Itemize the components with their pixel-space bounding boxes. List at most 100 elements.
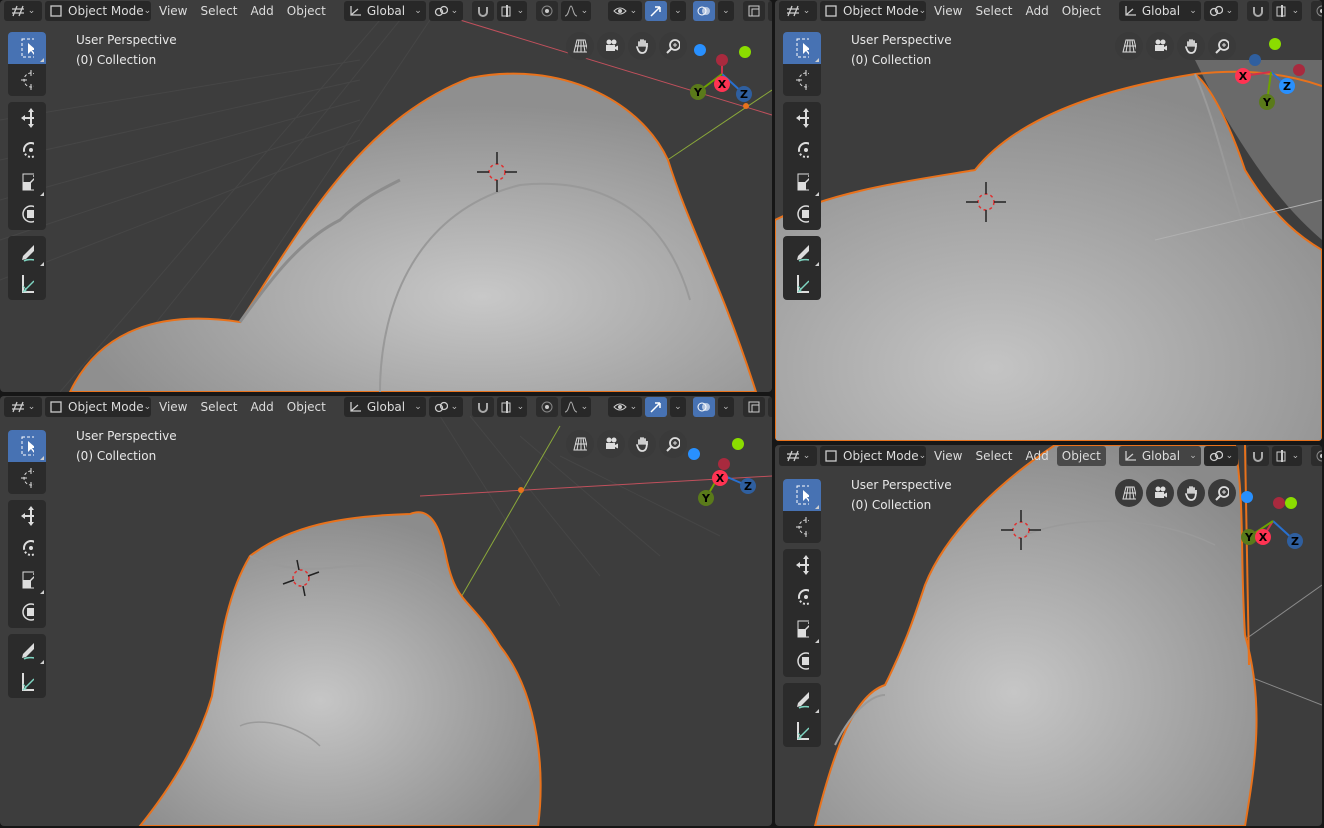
measure-tool[interactable] bbox=[8, 268, 46, 300]
menu-object[interactable]: Object bbox=[282, 397, 331, 417]
cursor-tool[interactable] bbox=[8, 64, 46, 96]
gizmo-neg-z-dot[interactable] bbox=[688, 448, 700, 460]
pan-view-button[interactable] bbox=[628, 32, 656, 60]
gizmo-neg-z-dot[interactable] bbox=[1241, 491, 1253, 503]
measure-tool[interactable] bbox=[783, 268, 821, 300]
gizmo-toggle[interactable] bbox=[644, 1, 667, 21]
xray-toggle[interactable] bbox=[742, 1, 765, 21]
navigation-gizmo[interactable]: X Z Y bbox=[684, 36, 772, 116]
menu-select[interactable]: Select bbox=[195, 397, 242, 417]
move-tool[interactable] bbox=[783, 102, 821, 134]
shading-wireframe-button[interactable] bbox=[767, 1, 772, 21]
snap-target-dropdown[interactable]: ⌄ bbox=[496, 397, 527, 417]
snap-toggle[interactable] bbox=[471, 397, 494, 417]
move-tool[interactable] bbox=[8, 500, 46, 532]
camera-view-button[interactable] bbox=[1146, 479, 1174, 507]
perspective-toggle[interactable] bbox=[566, 430, 594, 458]
menu-view[interactable]: View bbox=[154, 1, 192, 21]
transform-tool[interactable] bbox=[8, 596, 46, 628]
xray-toggle[interactable] bbox=[742, 397, 765, 417]
camera-view-button[interactable] bbox=[597, 32, 625, 60]
visibility-dropdown[interactable]: ⌄ bbox=[607, 1, 642, 21]
falloff-dropdown[interactable]: ⌄ bbox=[560, 1, 591, 21]
snap-target-dropdown[interactable]: ⌄ bbox=[1271, 446, 1302, 466]
move-tool[interactable] bbox=[8, 102, 46, 134]
navigation-gizmo[interactable]: X Z Y bbox=[1233, 30, 1322, 110]
menu-add[interactable]: Add bbox=[246, 1, 279, 21]
proportional-edit-toggle[interactable] bbox=[1310, 446, 1322, 466]
gizmo-neg-y-dot[interactable] bbox=[739, 46, 751, 58]
snap-toggle[interactable] bbox=[1246, 446, 1269, 466]
gizmo-neg-x-dot[interactable] bbox=[1273, 497, 1285, 509]
gizmo-neg-x-dot[interactable] bbox=[716, 54, 728, 66]
mode-dropdown[interactable]: Object Mode ⌄ bbox=[45, 397, 151, 417]
shading-wireframe-button[interactable] bbox=[767, 397, 772, 417]
menu-object[interactable]: Object bbox=[1057, 1, 1106, 21]
pan-view-button[interactable] bbox=[1177, 32, 1205, 60]
mode-dropdown[interactable]: Object Mode ⌄ bbox=[820, 1, 926, 21]
zoom-view-button[interactable] bbox=[1208, 32, 1236, 60]
gizmo-dropdown[interactable]: ⌄ bbox=[669, 1, 686, 21]
select-box-tool[interactable] bbox=[8, 32, 46, 64]
viewport-bottom-left[interactable]: ⌄ Object Mode ⌄ View Select Add Object Gl… bbox=[0, 396, 772, 826]
editor-type-button[interactable]: ⌄ bbox=[4, 1, 42, 21]
perspective-toggle[interactable] bbox=[1115, 479, 1143, 507]
falloff-dropdown[interactable]: ⌄ bbox=[560, 397, 591, 417]
gizmo-neg-y-dot[interactable] bbox=[1269, 38, 1281, 50]
overlays-dropdown[interactable]: ⌄ bbox=[717, 397, 734, 417]
snap-toggle[interactable] bbox=[1246, 1, 1269, 21]
editor-type-button[interactable]: ⌄ bbox=[779, 446, 817, 466]
editor-type-button[interactable]: ⌄ bbox=[4, 397, 42, 417]
measure-tool[interactable] bbox=[783, 715, 821, 747]
cursor-tool[interactable] bbox=[8, 462, 46, 494]
overlays-toggle[interactable] bbox=[692, 1, 715, 21]
mode-dropdown[interactable]: Object Mode ⌄ bbox=[45, 1, 151, 21]
editor-type-button[interactable]: ⌄ bbox=[779, 1, 817, 21]
annotate-tool[interactable] bbox=[783, 236, 821, 268]
rotate-tool[interactable] bbox=[8, 532, 46, 564]
cursor-tool[interactable] bbox=[783, 511, 821, 543]
select-box-tool[interactable] bbox=[783, 479, 821, 511]
menu-select[interactable]: Select bbox=[970, 1, 1017, 21]
gizmo-neg-z-dot[interactable] bbox=[694, 44, 706, 56]
menu-add[interactable]: Add bbox=[246, 397, 279, 417]
select-box-tool[interactable] bbox=[8, 430, 46, 462]
camera-view-button[interactable] bbox=[1146, 32, 1174, 60]
annotate-tool[interactable] bbox=[783, 683, 821, 715]
gizmo-dropdown[interactable]: ⌄ bbox=[669, 397, 686, 417]
perspective-toggle[interactable] bbox=[566, 32, 594, 60]
orientation-dropdown[interactable]: Global ⌄ bbox=[343, 397, 426, 417]
transform-tool[interactable] bbox=[8, 198, 46, 230]
proportional-edit-toggle[interactable] bbox=[535, 1, 558, 21]
viewport-top-left[interactable]: ⌄ Object Mode ⌄ View Select Add Object Gl… bbox=[0, 0, 772, 392]
pivot-dropdown[interactable]: ⌄ bbox=[1203, 446, 1238, 466]
zoom-view-button[interactable] bbox=[659, 32, 687, 60]
pivot-dropdown[interactable]: ⌄ bbox=[428, 397, 463, 417]
menu-view[interactable]: View bbox=[154, 397, 192, 417]
gizmo-neg-y-dot[interactable] bbox=[1285, 497, 1297, 509]
proportional-edit-toggle[interactable] bbox=[535, 397, 558, 417]
scale-tool[interactable] bbox=[783, 166, 821, 198]
menu-add[interactable]: Add bbox=[1021, 446, 1054, 466]
annotate-tool[interactable] bbox=[8, 634, 46, 666]
menu-select[interactable]: Select bbox=[195, 1, 242, 21]
overlays-toggle[interactable] bbox=[692, 397, 715, 417]
proportional-edit-toggle[interactable] bbox=[1310, 1, 1322, 21]
gizmo-neg-x-dot[interactable] bbox=[718, 458, 730, 470]
mode-dropdown[interactable]: Object Mode ⌄ bbox=[820, 446, 926, 466]
menu-select[interactable]: Select bbox=[970, 446, 1017, 466]
snap-target-dropdown[interactable]: ⌄ bbox=[496, 1, 527, 21]
zoom-view-button[interactable] bbox=[1208, 479, 1236, 507]
select-box-tool[interactable] bbox=[783, 32, 821, 64]
menu-add[interactable]: Add bbox=[1021, 1, 1054, 21]
annotate-tool[interactable] bbox=[8, 236, 46, 268]
menu-object[interactable]: Object bbox=[1056, 446, 1106, 466]
menu-view[interactable]: View bbox=[929, 1, 967, 21]
snap-target-dropdown[interactable]: ⌄ bbox=[1271, 1, 1302, 21]
transform-tool[interactable] bbox=[783, 645, 821, 677]
gizmo-neg-x-dot[interactable] bbox=[1293, 64, 1305, 76]
gizmo-neg-z-dot[interactable] bbox=[1249, 54, 1261, 66]
pivot-dropdown[interactable]: ⌄ bbox=[428, 1, 463, 21]
snap-toggle[interactable] bbox=[471, 1, 494, 21]
rotate-tool[interactable] bbox=[783, 134, 821, 166]
